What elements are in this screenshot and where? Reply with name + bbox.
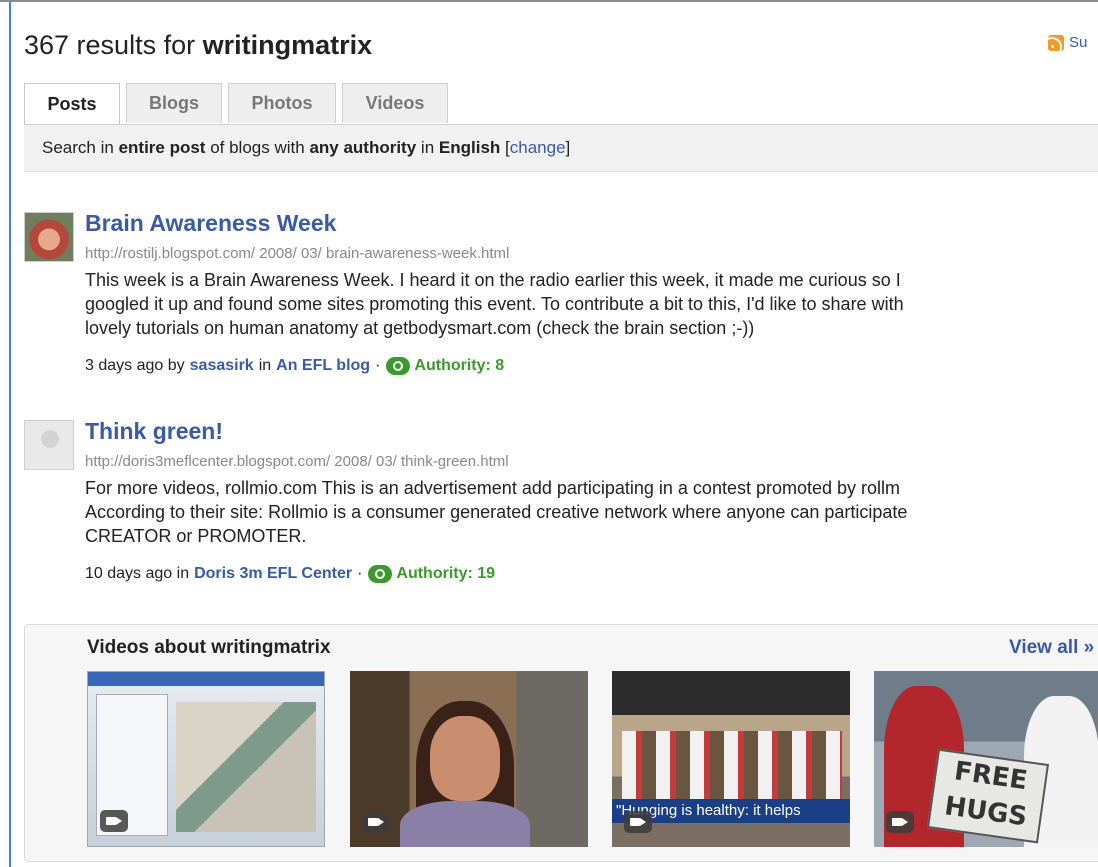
blog-link[interactable]: Doris 3m EFL Center bbox=[194, 565, 352, 583]
in-label: in bbox=[258, 357, 272, 374]
tab-posts[interactable]: Posts bbox=[24, 83, 120, 125]
authority-value: Authority: 19 bbox=[396, 565, 496, 582]
authority-icon bbox=[368, 565, 393, 583]
snippet-line: According to their site: Rollmio is a co… bbox=[85, 502, 908, 522]
author-avatar[interactable] bbox=[24, 212, 74, 262]
snippet-line: This week is a Brain Awareness Week. I h… bbox=[85, 270, 901, 290]
video-thumbnail[interactable] bbox=[87, 671, 325, 847]
post-meta: 10 days ago in Doris 3m EFL Center · Aut… bbox=[85, 565, 495, 583]
window-top-border bbox=[0, 0, 1098, 2]
video-camera-icon bbox=[362, 811, 390, 833]
video-camera-icon bbox=[886, 811, 914, 833]
post-snippet: This week is a Brain Awareness Week. I h… bbox=[85, 268, 1098, 340]
search-query: writingmatrix bbox=[202, 30, 373, 60]
post-snippet: For more videos, rollmio.com This is an … bbox=[85, 476, 1098, 548]
authority-value: Authority: 8 bbox=[414, 357, 505, 374]
change-link[interactable]: change bbox=[510, 138, 566, 158]
post-age: 10 days ago bbox=[85, 565, 173, 582]
post-meta: 3 days ago by sasasirk in An EFL blog · … bbox=[85, 357, 504, 375]
free-hugs-sign: FREE HUGS bbox=[926, 748, 1050, 844]
tab-blogs[interactable]: Blogs bbox=[126, 83, 222, 123]
video-camera-icon bbox=[624, 811, 652, 833]
meta-separator: · bbox=[375, 357, 381, 374]
blog-link[interactable]: An EFL blog bbox=[276, 357, 370, 375]
tab-videos[interactable]: Videos bbox=[342, 83, 448, 123]
authority-icon bbox=[386, 357, 411, 375]
tab-photos[interactable]: Photos bbox=[228, 83, 336, 123]
thumbnail-collage bbox=[176, 702, 316, 832]
snippet-line: CREATOR or PROMOTER. bbox=[85, 526, 307, 546]
thumbnail-crowd bbox=[622, 731, 842, 801]
by-label: by bbox=[167, 357, 185, 374]
author-link[interactable]: sasasirk bbox=[190, 357, 254, 375]
scope-middle-1: of blogs with bbox=[210, 138, 305, 157]
results-count: 367 results for bbox=[24, 30, 196, 60]
meta-separator: · bbox=[357, 565, 363, 582]
scope-value: entire post bbox=[118, 138, 206, 157]
video-thumbnail[interactable]: "Hunging is healthy: it helps bbox=[612, 671, 850, 847]
thumbnail-figure-body bbox=[400, 801, 530, 847]
authority-badge[interactable]: Authority: 19 bbox=[368, 565, 495, 583]
scope-prefix: Search in bbox=[42, 138, 114, 157]
result-tabs: Posts Blogs Photos Videos bbox=[24, 83, 454, 125]
authority-filter: any authority bbox=[309, 138, 417, 157]
video-thumbnail[interactable]: FREE HUGS bbox=[874, 671, 1098, 847]
post-title-link[interactable]: Brain Awareness Week bbox=[85, 210, 336, 237]
author-avatar-placeholder[interactable] bbox=[24, 420, 74, 470]
view-all-videos-link[interactable]: View all » bbox=[1009, 637, 1094, 659]
results-heading: 367 results for writingmatrix bbox=[24, 30, 372, 61]
thumbnail-window-bar bbox=[88, 672, 324, 686]
search-scope-bar: Search in entire post of blogs with any … bbox=[24, 124, 1098, 172]
subscribe-label: Su bbox=[1069, 34, 1088, 51]
language-filter: English bbox=[438, 138, 501, 157]
video-thumbnail[interactable] bbox=[350, 671, 588, 847]
post-age: 3 days ago bbox=[85, 357, 164, 374]
subscribe-link[interactable]: Su bbox=[1048, 34, 1087, 51]
snippet-line: For more videos, rollmio.com This is an … bbox=[85, 478, 901, 498]
videos-section: Videos about writingmatrix View all » "H… bbox=[24, 624, 1098, 862]
rss-icon bbox=[1048, 34, 1064, 51]
bracket-close: ] bbox=[565, 138, 571, 157]
snippet-line: lovely tutorials on human anatomy at get… bbox=[85, 318, 755, 338]
in-label: in bbox=[176, 565, 190, 582]
post-url: http://doris3meflcenter.blogspot.com/ 20… bbox=[85, 453, 509, 470]
thumbnail-figure-face bbox=[430, 716, 500, 801]
post-url: http://rostilj.blogspot.com/ 2008/ 03/ b… bbox=[85, 245, 510, 262]
scope-middle-2: in bbox=[420, 138, 435, 157]
snippet-line: googled it up and found some sites promo… bbox=[85, 294, 904, 314]
videos-section-title: Videos about writingmatrix bbox=[87, 637, 331, 658]
video-camera-icon bbox=[100, 810, 128, 832]
authority-badge[interactable]: Authority: 8 bbox=[386, 357, 504, 375]
window-left-border bbox=[9, 2, 11, 867]
post-title-link[interactable]: Think green! bbox=[85, 418, 223, 445]
